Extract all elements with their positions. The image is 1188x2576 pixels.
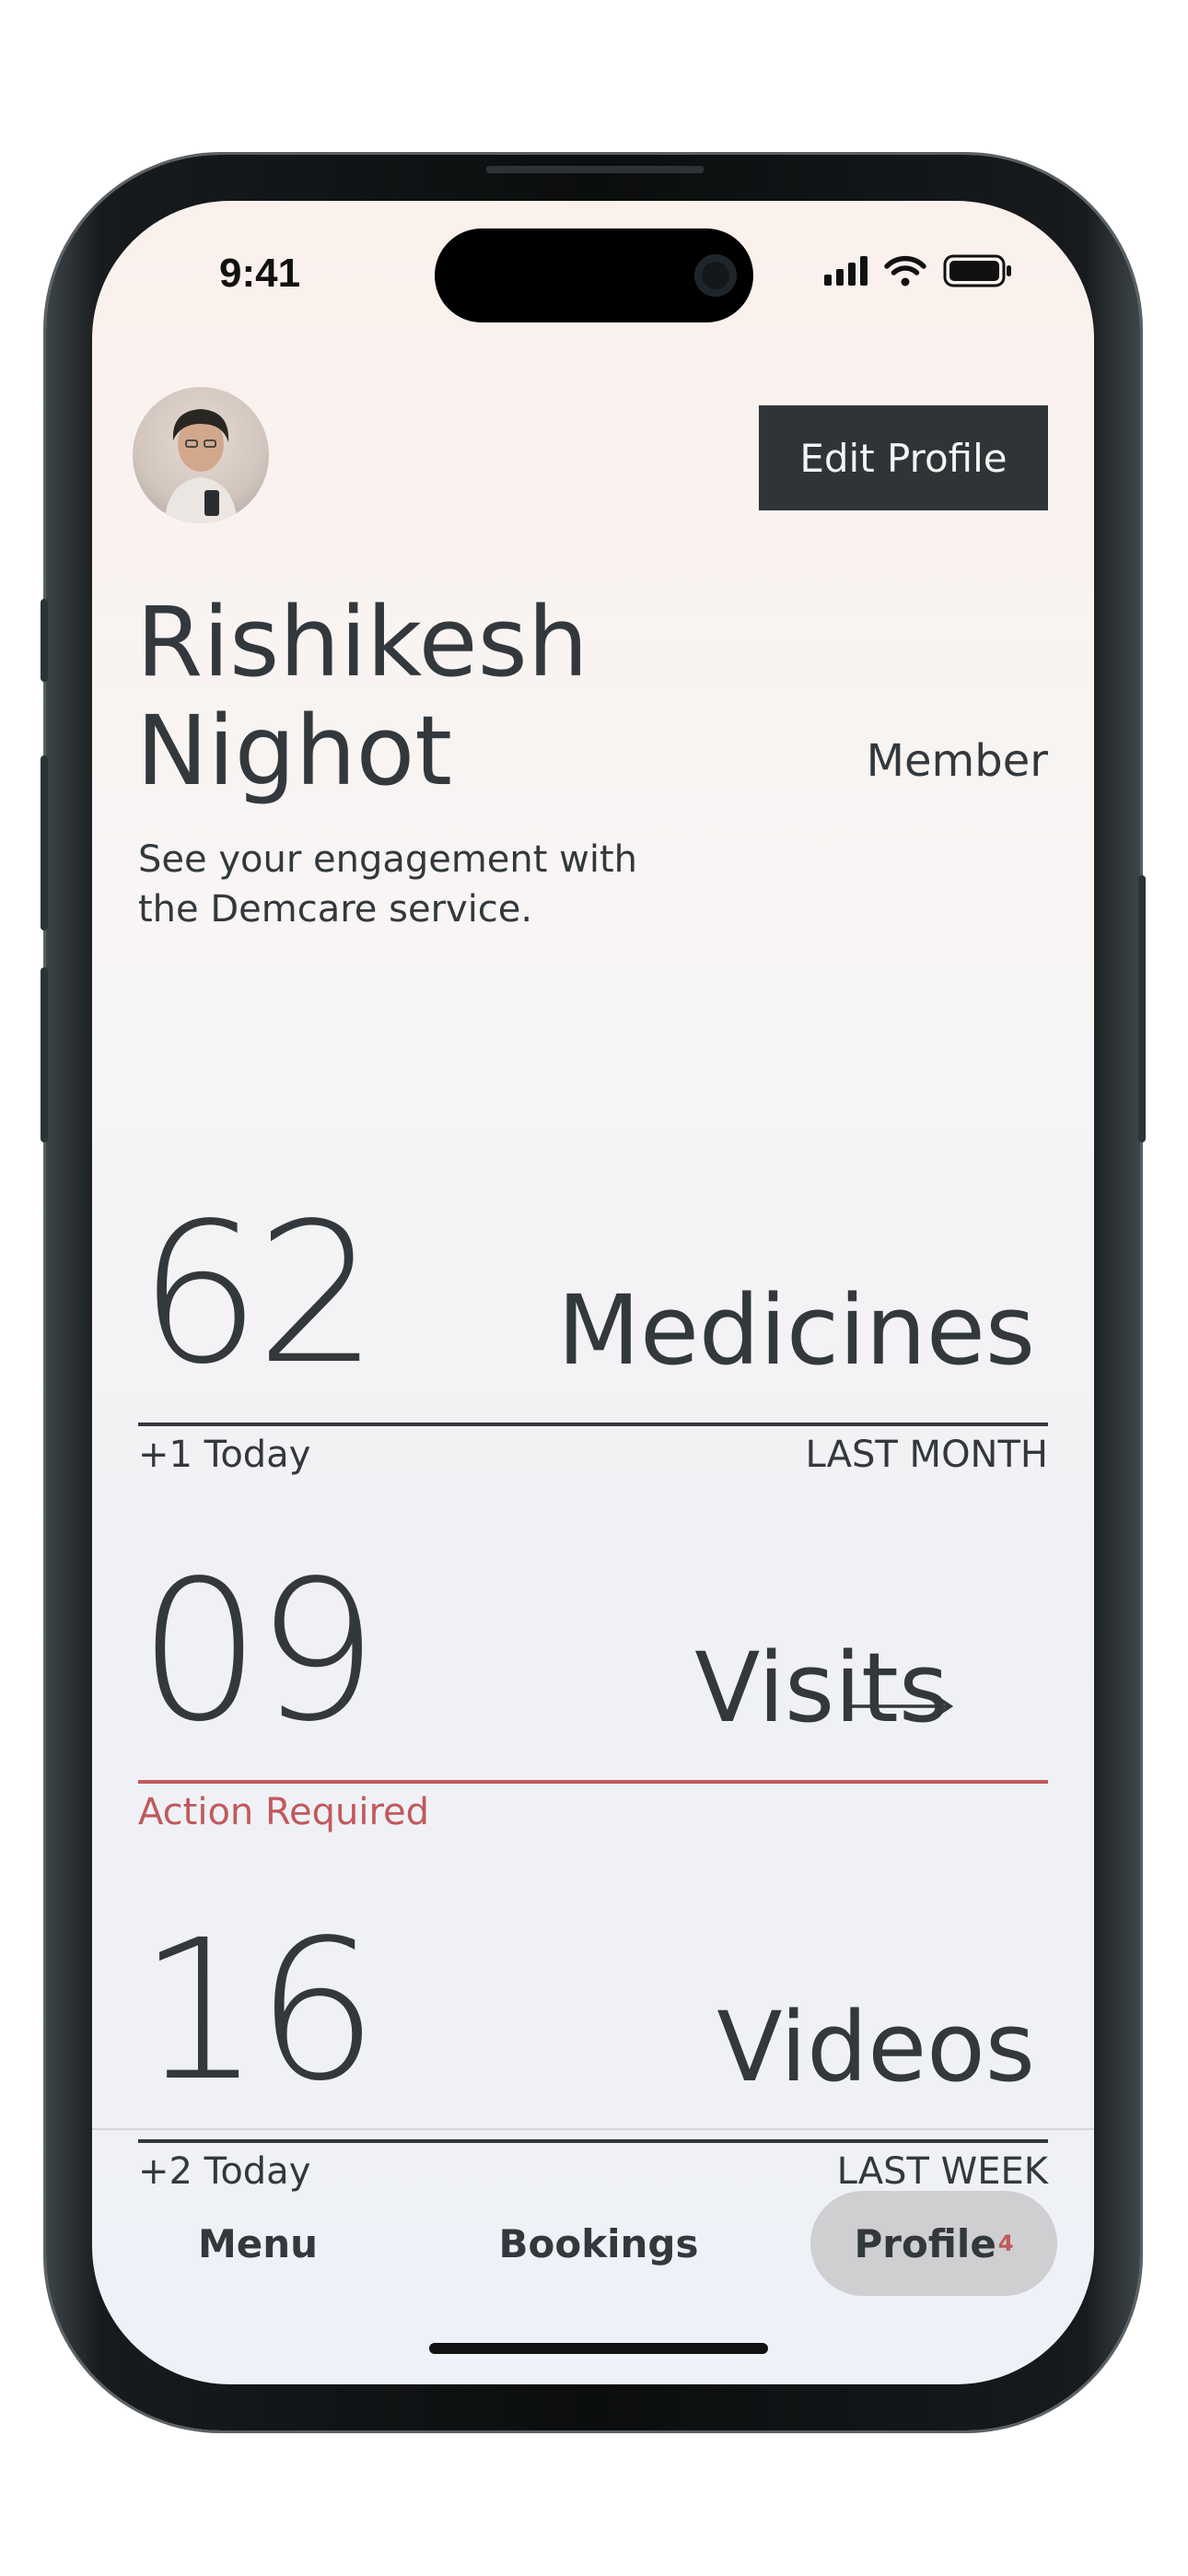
tab-bar-divider (92, 2128, 1094, 2130)
wifi-icon (884, 255, 926, 287)
last-name: Nighot (136, 695, 453, 807)
notification-badge: 4 (997, 2231, 1014, 2256)
action-required-note[interactable]: Action Required (138, 1791, 429, 1833)
tab-profile-label: Profile (854, 2220, 996, 2266)
dynamic-island (435, 228, 753, 322)
edit-profile-button[interactable]: Edit Profile (759, 405, 1048, 510)
home-indicator[interactable] (429, 2343, 768, 2354)
action-button (41, 599, 48, 682)
stat-label: Videos (716, 1991, 1035, 2103)
stat-value: 62 (138, 1181, 379, 1407)
stat-note-left: +2 Today (138, 2150, 311, 2193)
stat-note-left: +1 Today (138, 1434, 311, 1476)
subtitle-line-1: See your engagement with (138, 838, 638, 881)
status-time: 9:41 (219, 251, 301, 296)
stat-videos[interactable]: 16 Videos +2 Today LAST WEEK (138, 1898, 1048, 2193)
tab-bookings[interactable]: Bookings (479, 2191, 718, 2296)
status-icons (824, 254, 1013, 287)
speaker-grille (486, 166, 704, 173)
screen: 9:41 Edit Profile Rishikesh Nighot Membe… (92, 201, 1094, 2384)
stat-label: Medicines (557, 1274, 1035, 1387)
avatar[interactable] (133, 387, 269, 523)
stat-note-right: LAST WEEK (836, 2150, 1048, 2193)
power-button (1138, 875, 1146, 1142)
subtitle-line-2: the Demcare service. (138, 888, 533, 931)
volume-down-button (41, 967, 48, 1142)
avatar-portrait-icon (164, 409, 238, 523)
stat-value: 09 (138, 1539, 379, 1764)
stat-value: 16 (138, 1898, 379, 2124)
first-name: Rishikesh (136, 586, 588, 698)
tab-profile[interactable]: Profile 4 (810, 2191, 1057, 2296)
stat-note-right: LAST MONTH (805, 1434, 1048, 1476)
stat-label: Visits (694, 1632, 949, 1744)
stat-visits[interactable]: 09 Visits Action Required (138, 1539, 1048, 1833)
stat-divider (138, 1423, 1048, 1426)
stat-divider-alert (138, 1780, 1048, 1784)
tab-menu[interactable]: Menu (166, 2191, 350, 2296)
front-camera-icon (694, 254, 737, 297)
stat-divider (138, 2139, 1048, 2143)
stat-medicines[interactable]: 62 Medicines +1 Today LAST MONTH (138, 1181, 1048, 1476)
user-name: Rishikesh Nighot (136, 588, 689, 805)
arrow-right-icon[interactable] (845, 1692, 956, 1721)
battery-icon (943, 254, 1011, 287)
cellular-signal-icon (824, 256, 868, 286)
page-subtitle: See your engagement with the Demcare ser… (138, 835, 654, 934)
member-role: Member (866, 735, 1048, 787)
volume-up-button (41, 755, 48, 931)
